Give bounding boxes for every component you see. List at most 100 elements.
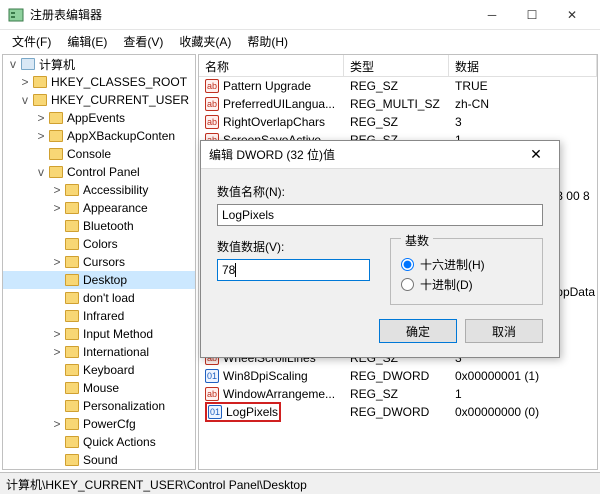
- maximize-button[interactable]: ☐: [512, 1, 552, 29]
- list-row[interactable]: 01Win8DpiScalingREG_DWORD0x00000001 (1): [199, 367, 597, 385]
- tree-node[interactable]: Desktop: [3, 271, 195, 289]
- expander-icon[interactable]: >: [51, 417, 63, 431]
- edit-dword-dialog: 编辑 DWORD (32 位)值 ✕ 数值名称(N): 数值数据(V): 78 …: [200, 140, 560, 358]
- expander-icon[interactable]: [51, 291, 63, 305]
- tree-node[interactable]: > International: [3, 343, 195, 361]
- tree-label: don't load: [83, 291, 135, 305]
- folder-icon: [65, 346, 79, 358]
- list-row[interactable]: 01LogPixelsREG_DWORD0x00000000 (0): [199, 403, 597, 421]
- obscured-data: 3 00 8: [556, 189, 595, 221]
- cancel-button[interactable]: 取消: [465, 319, 543, 343]
- col-data[interactable]: 数据: [449, 55, 597, 76]
- tree-node[interactable]: Mouse: [3, 379, 195, 397]
- expander-icon[interactable]: v: [19, 93, 31, 107]
- expander-icon[interactable]: [35, 147, 47, 161]
- radix-hex-radio[interactable]: 十六进制(H): [401, 254, 532, 274]
- menubar: 文件(F) 编辑(E) 查看(V) 收藏夹(A) 帮助(H): [0, 30, 600, 52]
- tree-node[interactable]: >Accessibility: [3, 181, 195, 199]
- close-button[interactable]: ✕: [552, 1, 592, 29]
- titlebar: 注册表编辑器 ─ ☐ ✕: [0, 0, 600, 30]
- tree-pane[interactable]: v计算机>HKEY_CLASSES_ROOTv HKEY_CURRENT_USER…: [2, 54, 196, 470]
- col-name[interactable]: 名称: [199, 55, 344, 76]
- tree-node[interactable]: >Cursors: [3, 253, 195, 271]
- folder-icon: [33, 94, 47, 106]
- tree-node[interactable]: vControl Panel: [3, 163, 195, 181]
- tree-label: International: [83, 345, 149, 359]
- expander-icon[interactable]: [51, 399, 63, 413]
- value-type: REG_DWORD: [344, 405, 449, 419]
- tree-node[interactable]: >Input Method: [3, 325, 195, 343]
- menu-favorites[interactable]: 收藏夹(A): [173, 31, 237, 52]
- menu-edit[interactable]: 编辑(E): [61, 31, 113, 52]
- tree-root[interactable]: v计算机: [3, 55, 195, 73]
- expander-icon[interactable]: [51, 219, 63, 233]
- tree-label: Bluetooth: [83, 219, 134, 233]
- expander-icon[interactable]: >: [35, 129, 47, 143]
- expander-icon[interactable]: [51, 309, 63, 323]
- tree-node[interactable]: don't load: [3, 289, 195, 307]
- expander-icon[interactable]: >: [35, 111, 47, 125]
- expander-icon[interactable]: [51, 435, 63, 449]
- radix-dec-radio[interactable]: 十进制(D): [401, 274, 532, 294]
- tree-node[interactable]: Quick Actions: [3, 433, 195, 451]
- tree-node[interactable]: Infrared: [3, 307, 195, 325]
- expander-icon[interactable]: [51, 381, 63, 395]
- tree-node[interactable]: Sound: [3, 451, 195, 469]
- tree-label: Keyboard: [83, 363, 134, 377]
- tree-node[interactable]: >PowerCfg: [3, 415, 195, 433]
- value-data: TRUE: [449, 79, 597, 93]
- tree-node[interactable]: Keyboard: [3, 361, 195, 379]
- list-row[interactable]: abPattern UpgradeREG_SZTRUE: [199, 77, 597, 95]
- tree-node[interactable]: Console: [3, 145, 195, 163]
- expander-icon[interactable]: [51, 363, 63, 377]
- list-row[interactable]: abWindowArrangeme...REG_SZ1: [199, 385, 597, 403]
- value-icon: ab: [205, 79, 219, 93]
- expander-icon[interactable]: [51, 273, 63, 287]
- expander-icon[interactable]: >: [51, 345, 63, 359]
- obscured-data: [556, 221, 595, 253]
- tree-node[interactable]: >HKEY_CLASSES_ROOT: [3, 73, 195, 91]
- list-row[interactable]: abPreferredUILangua...REG_MULTI_SZzh-CN: [199, 95, 597, 113]
- tree-label: AppEvents: [67, 111, 125, 125]
- folder-icon: [65, 364, 79, 376]
- menu-help[interactable]: 帮助(H): [241, 31, 294, 52]
- expander-icon[interactable]: >: [51, 183, 63, 197]
- minimize-button[interactable]: ─: [472, 1, 512, 29]
- expander-icon[interactable]: >: [51, 255, 63, 269]
- tree-node[interactable]: >Appearance: [3, 199, 195, 217]
- value-name-input[interactable]: [217, 204, 543, 226]
- folder-icon: [49, 130, 63, 142]
- ok-button[interactable]: 确定: [379, 319, 457, 343]
- tree-label: HKEY_CURRENT_USER: [51, 93, 189, 107]
- folder-icon: [65, 418, 79, 430]
- tree-node[interactable]: >AppXBackupConten: [3, 127, 195, 145]
- value-data-input[interactable]: 78: [217, 259, 370, 281]
- value-name: Win8DpiScaling: [223, 369, 308, 383]
- tree-node[interactable]: Bluetooth: [3, 217, 195, 235]
- expander-icon[interactable]: [51, 453, 63, 467]
- tree-node[interactable]: v HKEY_CURRENT_USER: [3, 91, 195, 109]
- tree-node[interactable]: Personalization: [3, 397, 195, 415]
- folder-icon: [49, 148, 63, 160]
- folder-icon: [65, 220, 79, 232]
- tree-node[interactable]: Colors: [3, 235, 195, 253]
- value-data: 0x00000000 (0): [449, 405, 597, 419]
- expander-icon[interactable]: >: [51, 201, 63, 215]
- value-data: zh-CN: [449, 97, 597, 111]
- value-type: REG_DWORD: [344, 369, 449, 383]
- expander-icon[interactable]: >: [19, 75, 31, 89]
- folder-icon: [65, 238, 79, 250]
- dialog-close-button[interactable]: ✕: [521, 146, 551, 163]
- app-icon: [8, 7, 24, 23]
- tree-label: Personalization: [83, 399, 165, 413]
- list-row[interactable]: abRightOverlapCharsREG_SZ3: [199, 113, 597, 131]
- col-type[interactable]: 类型: [344, 55, 449, 76]
- expander-icon[interactable]: v: [35, 165, 47, 179]
- tree-label: Console: [67, 147, 111, 161]
- folder-icon: [65, 400, 79, 412]
- expander-icon[interactable]: >: [51, 327, 63, 341]
- menu-file[interactable]: 文件(F): [6, 31, 57, 52]
- menu-view[interactable]: 查看(V): [117, 31, 169, 52]
- tree-node[interactable]: > AppEvents: [3, 109, 195, 127]
- expander-icon[interactable]: [51, 237, 63, 251]
